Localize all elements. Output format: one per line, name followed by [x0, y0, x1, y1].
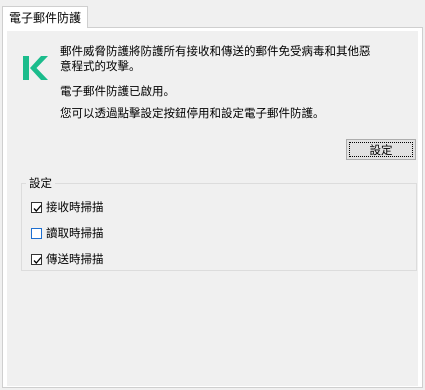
checkmark-icon	[33, 204, 42, 212]
tab-panel: 郵件威脅防護將防護所有接收和傳送的郵件免受病毒和其他惡意程式的攻擊。 電子郵件防…	[2, 27, 423, 388]
scan-on-read-label: 讀取時掃描	[46, 226, 104, 240]
scan-on-send-label: 傳送時掃描	[46, 252, 104, 266]
scan-on-receive-label: 接收時掃描	[46, 200, 104, 214]
settings-button-label: 設定	[369, 142, 393, 157]
tab-email-protection[interactable]: 電子郵件防護	[2, 6, 88, 28]
option-scan-on-receive[interactable]: 接收時掃描	[31, 199, 104, 215]
content-area: 郵件威脅防護將防護所有接收和傳送的郵件免受病毒和其他惡意程式的攻擊。 電子郵件防…	[7, 31, 418, 386]
scan-on-receive-checkbox[interactable]	[31, 201, 42, 213]
checkmark-icon	[33, 256, 42, 264]
scan-on-send-checkbox[interactable]	[31, 253, 42, 265]
scan-on-read-checkbox[interactable]	[31, 227, 42, 239]
description-text: 郵件威脅防護將防護所有接收和傳送的郵件免受病毒和其他惡意程式的攻擊。	[60, 44, 371, 73]
status-text: 電子郵件防護已啟用。	[60, 84, 175, 98]
option-scan-on-read[interactable]: 讀取時掃描	[31, 225, 104, 241]
tab-label: 電子郵件防護	[8, 11, 81, 25]
settings-button[interactable]: 設定	[346, 139, 416, 160]
hint-text: 您可以透過點擊設定按鈕停用和設定電子郵件防護。	[60, 106, 325, 120]
kaspersky-k-icon	[21, 53, 49, 83]
settings-group-title: 設定	[26, 175, 55, 191]
option-scan-on-send[interactable]: 傳送時掃描	[31, 251, 104, 267]
